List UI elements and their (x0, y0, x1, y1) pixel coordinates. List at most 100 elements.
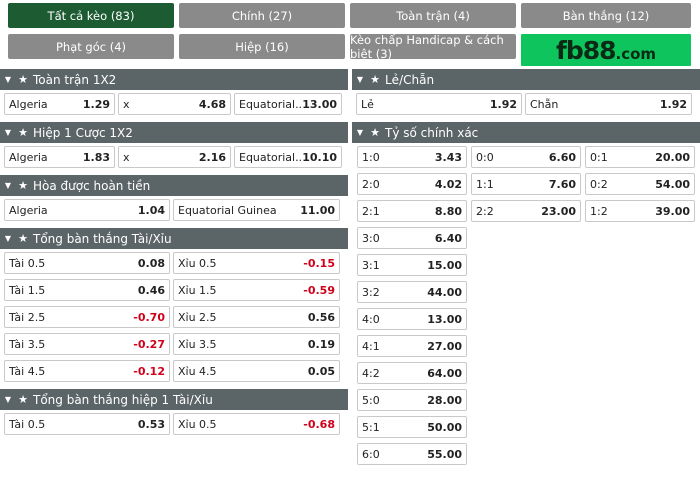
tab-1[interactable]: Chính (27) (179, 3, 345, 28)
odds-cell[interactable]: 5:1 50.00 (357, 416, 467, 438)
star-icon[interactable]: ★ (368, 126, 382, 139)
odds-row: Algeria 1.04 Equatorial Guinea 11.00 (0, 199, 348, 221)
odds-value: 2.16 (198, 150, 226, 164)
odds-label: Lẻ (361, 97, 374, 111)
odds-cell[interactable]: Xỉu 0.5 -0.68 (173, 413, 340, 435)
odds-cell[interactable]: x 2.16 (118, 146, 231, 168)
caret-down-icon[interactable]: ▼ (0, 395, 16, 404)
odds-label: 2:2 (476, 204, 494, 218)
score-row: 3:0 6.40 (357, 227, 467, 249)
caret-down-icon[interactable]: ▼ (0, 128, 16, 137)
star-icon[interactable]: ★ (16, 232, 30, 245)
odds-cell[interactable]: Lẻ 1.92 (356, 93, 522, 115)
odds-label: 4:2 (362, 366, 380, 380)
tab-4[interactable]: Phạt góc (4) (8, 34, 174, 59)
odds-label: Equatorial... (239, 150, 303, 164)
caret-down-icon[interactable]: ▼ (0, 75, 16, 84)
odds-cell[interactable]: Algeria 1.29 (4, 93, 115, 115)
odds-label: Xỉu 0.5 (178, 417, 217, 431)
star-icon[interactable]: ★ (16, 179, 30, 192)
odds-cell[interactable]: 3:2 44.00 (357, 281, 467, 303)
odds-value: 11.00 (300, 203, 335, 217)
odds-cell[interactable]: 1:1 7.60 (471, 173, 581, 195)
odds-cell[interactable]: 0:1 20.00 (585, 146, 695, 168)
caret-down-icon[interactable]: ▼ (0, 181, 16, 190)
odds-label: 3:2 (362, 285, 380, 299)
odds-label: 2:0 (362, 177, 380, 191)
score-row: 0:1 20.00 (585, 146, 695, 168)
odds-label: 1:2 (590, 204, 608, 218)
odds-label: Equatorial... (239, 97, 303, 111)
odds-cell[interactable]: Tài 2.5 -0.70 (4, 306, 170, 328)
tab-5[interactable]: Hiệp (16) (179, 34, 345, 59)
caret-down-icon[interactable]: ▼ (0, 234, 16, 243)
odds-cell[interactable]: 3:0 6.40 (357, 227, 467, 249)
odds-cell[interactable]: Xỉu 0.5 -0.15 (173, 252, 340, 274)
odds-value: 0.53 (137, 417, 165, 431)
market-section: ▼ ★ Tổng bàn thắng Tài/Xỉu Tài 0.5 0.08 Xỉu 0… (0, 228, 348, 382)
odds-cell[interactable]: Xỉu 2.5 0.56 (173, 306, 340, 328)
odds-cell[interactable]: Tài 4.5 -0.12 (4, 360, 170, 382)
odds-label: 0:2 (590, 177, 608, 191)
section-header[interactable]: ▼ ★ Lẻ/Chẵn (352, 69, 700, 90)
odds-cell[interactable]: Equatorial... 10.10 (234, 146, 342, 168)
odds-cell[interactable]: Algeria 1.04 (4, 199, 170, 221)
odds-value: 0.56 (307, 310, 335, 324)
odds-cell[interactable]: Tài 0.5 0.53 (4, 413, 170, 435)
star-icon[interactable]: ★ (16, 126, 30, 139)
odds-label: Tài 2.5 (9, 310, 46, 324)
odds-cell[interactable]: 2:1 8.80 (357, 200, 467, 222)
section-title: Tổng bàn thắng Tài/Xỉu (33, 231, 172, 246)
odds-value: 6.60 (548, 150, 576, 164)
odds-label: 4:0 (362, 312, 380, 326)
odds-cell[interactable]: Tài 0.5 0.08 (4, 252, 170, 274)
odds-cell[interactable]: Tài 3.5 -0.27 (4, 333, 170, 355)
tab-2[interactable]: Toàn trận (4) (350, 3, 516, 28)
odds-cell[interactable]: Chẵn 1.92 (525, 93, 692, 115)
odds-label: Algeria (9, 150, 48, 164)
odds-cell[interactable]: Tài 1.5 0.46 (4, 279, 170, 301)
section-header[interactable]: ▼ ★ Tổng bàn thắng hiệp 1 Tài/Xỉu (0, 389, 348, 410)
odds-label: 0:1 (590, 150, 608, 164)
odds-cell[interactable]: 4:1 27.00 (357, 335, 467, 357)
score-row: 4:2 64.00 (357, 362, 467, 384)
tab-6[interactable]: Kèo chấp Handicap & cách biệt (3) (350, 33, 516, 61)
score-row: 6:0 55.00 (357, 443, 467, 465)
odds-cell[interactable]: x 4.68 (118, 93, 231, 115)
odds-cell[interactable]: 4:2 64.00 (357, 362, 467, 384)
odds-cell[interactable]: 1:0 3.43 (357, 146, 467, 168)
tab-3[interactable]: Bàn thắng (12) (521, 3, 691, 28)
odds-value: 1.83 (82, 150, 110, 164)
odds-value: 0.05 (307, 364, 335, 378)
odds-cell[interactable]: Equatorial Guinea 11.00 (173, 199, 340, 221)
section-header[interactable]: ▼ ★ Hiệp 1 Cược 1X2 (0, 122, 348, 143)
odds-value: 64.00 (427, 366, 462, 380)
star-icon[interactable]: ★ (16, 393, 30, 406)
odds-cell[interactable]: 1:2 39.00 (585, 200, 695, 222)
star-icon[interactable]: ★ (368, 73, 382, 86)
tab-0[interactable]: Tất cả kèo (83) (8, 3, 174, 28)
odds-cell[interactable]: 5:0 28.00 (357, 389, 467, 411)
section-header[interactable]: ▼ ★ Hòa được hoàn tiền (0, 175, 348, 196)
odds-cell[interactable]: 4:0 13.00 (357, 308, 467, 330)
odds-cell[interactable]: 0:2 54.00 (585, 173, 695, 195)
odds-cell[interactable]: 3:1 15.00 (357, 254, 467, 276)
odds-cell[interactable]: Xỉu 3.5 0.19 (173, 333, 340, 355)
odds-cell[interactable]: Xỉu 4.5 0.05 (173, 360, 340, 382)
odds-cell[interactable]: Equatorial... 13.00 (234, 93, 342, 115)
odds-cell[interactable]: 2:2 23.00 (471, 200, 581, 222)
section-title: Tổng bàn thắng hiệp 1 Tài/Xỉu (33, 392, 213, 407)
caret-down-icon[interactable]: ▼ (352, 75, 368, 84)
odds-cell[interactable]: 2:0 4.02 (357, 173, 467, 195)
section-header[interactable]: ▼ ★ Tổng bàn thắng Tài/Xỉu (0, 228, 348, 249)
odds-cell[interactable]: Xỉu 1.5 -0.59 (173, 279, 340, 301)
star-icon[interactable]: ★ (16, 73, 30, 86)
section-header[interactable]: ▼ ★ Toàn trận 1X2 (0, 69, 348, 90)
odds-cell[interactable]: Algeria 1.83 (4, 146, 115, 168)
odds-cell[interactable]: 0:0 6.60 (471, 146, 581, 168)
section-header[interactable]: ▼ ★ Tỷ số chính xác (352, 122, 700, 143)
caret-down-icon[interactable]: ▼ (352, 128, 368, 137)
odds-value: 0.46 (137, 283, 165, 297)
odds-cell[interactable]: 6:0 55.00 (357, 443, 467, 465)
odds-row: Tài 4.5 -0.12 Xỉu 4.5 0.05 (0, 360, 348, 382)
